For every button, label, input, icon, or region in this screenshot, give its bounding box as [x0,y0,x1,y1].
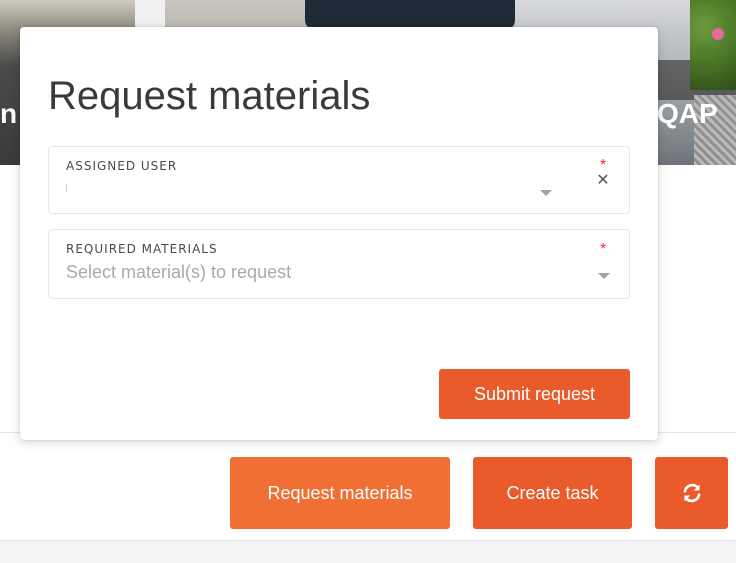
hero-caption-right: QAP [657,98,718,129]
hero-flower [712,28,724,40]
clear-icon[interactable]: ✕ [595,172,611,188]
footer-strip [0,540,736,563]
caret-down-icon[interactable] [598,273,610,279]
request-materials-button[interactable]: Request materials [230,457,450,529]
required-materials-select[interactable]: REQUIRED MATERIALS * [48,229,630,299]
assigned-user-select[interactable]: ASSIGNED USER * ✕ [48,146,630,214]
required-indicator: * [600,241,607,258]
request-materials-modal: Request materials ASSIGNED USER * ✕ REQU… [20,27,658,440]
hero-image-person [305,0,515,30]
create-task-button[interactable]: Create task [473,457,632,529]
required-materials-input[interactable] [66,262,516,282]
modal-title: Request materials [48,74,371,118]
caret-down-icon[interactable] [540,190,552,196]
text-caret [66,184,67,192]
hero-caption-left: n [0,98,18,129]
assigned-user-label: ASSIGNED USER [66,159,178,173]
submit-request-button[interactable]: Submit request [439,369,630,419]
refresh-icon [683,483,700,503]
hero-plant [690,0,736,90]
refresh-button[interactable] [655,457,728,529]
required-materials-label: REQUIRED MATERIALS [66,242,218,256]
